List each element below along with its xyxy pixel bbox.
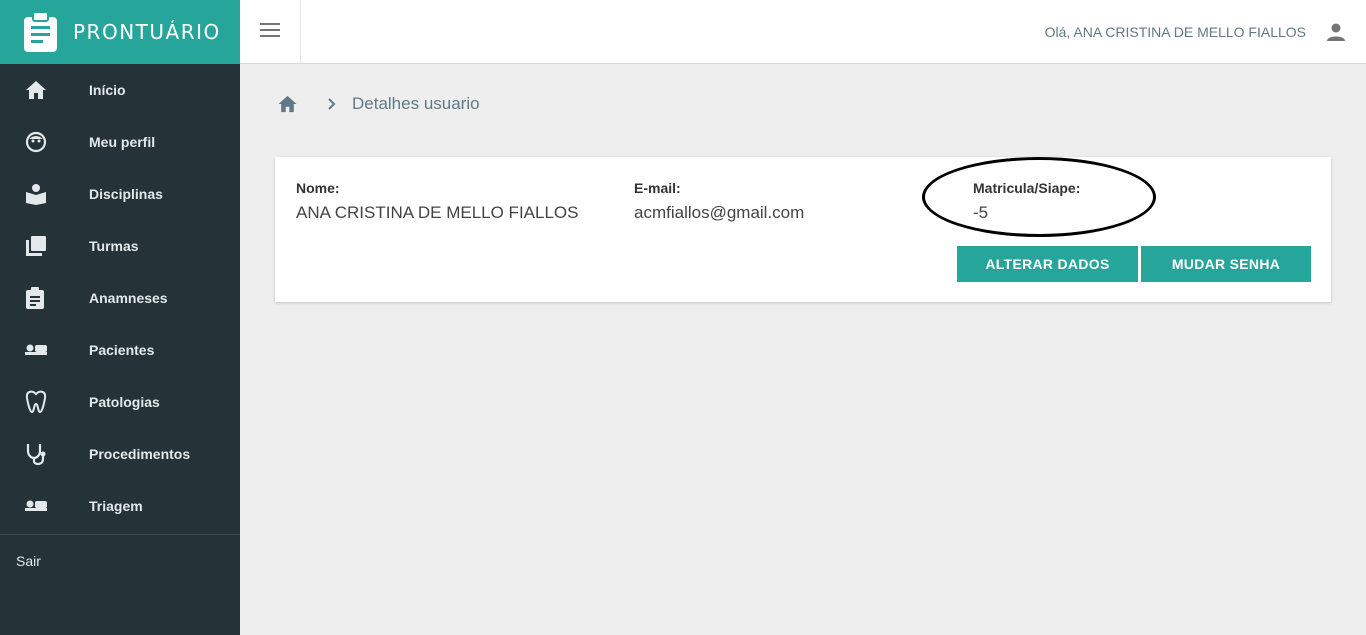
sidebar-item-inicio[interactable]: Início: [0, 64, 240, 116]
field-email: E-mail: acmfiallos@gmail.com: [634, 180, 804, 223]
sidebar-item-anamneses[interactable]: Anamneses: [0, 272, 240, 324]
sidebar-item-label: Meu perfil: [89, 134, 156, 150]
sidebar: PRONTUÁRIO Início Meu perfil Disciplinas…: [0, 0, 240, 635]
sidebar-item-label: Patologias: [89, 394, 160, 410]
home-icon: [0, 80, 74, 100]
library-books-icon: [0, 235, 74, 257]
clipboard-text-icon: [0, 287, 74, 309]
sidebar-item-label: Anamneses: [89, 290, 168, 306]
hotel-bed-icon: [0, 343, 74, 357]
account-icon[interactable]: [1326, 22, 1346, 47]
email-label: E-mail:: [634, 180, 681, 196]
breadcrumb-current: Detalhes usuario: [352, 94, 480, 113]
sidebar-item-label: Início: [89, 82, 126, 98]
book-reader-icon: [0, 183, 74, 205]
face-icon: [0, 131, 74, 153]
field-matricula: Matricula/Siape: -5: [973, 180, 1080, 223]
sidebar-item-pacientes[interactable]: Pacientes: [0, 324, 240, 376]
user-details-card: Nome: ANA CRISTINA DE MELLO FIALLOS E-ma…: [275, 157, 1331, 302]
stethoscope-icon: [0, 442, 74, 466]
clipboard-icon: [22, 12, 59, 52]
sidebar-item-patologias[interactable]: Patologias: [0, 376, 240, 428]
logout-link[interactable]: Sair: [0, 535, 240, 569]
topbar: Olá, ANA CRISTINA DE MELLO FIALLOS: [240, 0, 1366, 64]
user-greeting: Olá, ANA CRISTINA DE MELLO FIALLOS: [1044, 24, 1306, 40]
sidebar-item-disciplinas[interactable]: Disciplinas: [0, 168, 240, 220]
sidebar-item-turmas[interactable]: Turmas: [0, 220, 240, 272]
hamburger-menu-icon: [260, 22, 280, 42]
alterar-dados-button[interactable]: ALTERAR DADOS: [957, 246, 1138, 282]
app-title: PRONTUÁRIO: [73, 20, 221, 44]
sidebar-item-triagem[interactable]: Triagem: [0, 480, 240, 532]
sidebar-item-label: Turmas: [89, 238, 139, 254]
sidebar-item-label: Pacientes: [89, 342, 155, 358]
sidebar-item-meu-perfil[interactable]: Meu perfil: [0, 116, 240, 168]
mudar-senha-button[interactable]: MUDAR SENHA: [1141, 246, 1311, 282]
menu-toggle-button[interactable]: [240, 0, 301, 64]
nome-value: ANA CRISTINA DE MELLO FIALLOS: [296, 203, 579, 222]
sidebar-item-label: Procedimentos: [89, 446, 191, 462]
matricula-value: -5: [973, 203, 989, 222]
tooth-icon: [0, 390, 74, 414]
hotel-bed-icon: [0, 499, 74, 513]
sidebar-item-label: Disciplinas: [89, 186, 163, 202]
email-value: acmfiallos@gmail.com: [634, 203, 805, 222]
sidebar-item-procedimentos[interactable]: Procedimentos: [0, 428, 240, 480]
chevron-right-icon: [328, 98, 336, 110]
sidebar-nav: Início Meu perfil Disciplinas Turmas Ana…: [0, 64, 240, 532]
brand-header[interactable]: PRONTUÁRIO: [0, 0, 240, 64]
field-nome: Nome: ANA CRISTINA DE MELLO FIALLOS: [296, 180, 578, 223]
matricula-label: Matricula/Siape:: [973, 180, 1081, 196]
sidebar-item-label: Triagem: [89, 498, 143, 514]
nome-label: Nome:: [296, 180, 340, 196]
breadcrumb: Detalhes usuario: [277, 94, 480, 114]
breadcrumb-home-icon[interactable]: [277, 95, 298, 113]
